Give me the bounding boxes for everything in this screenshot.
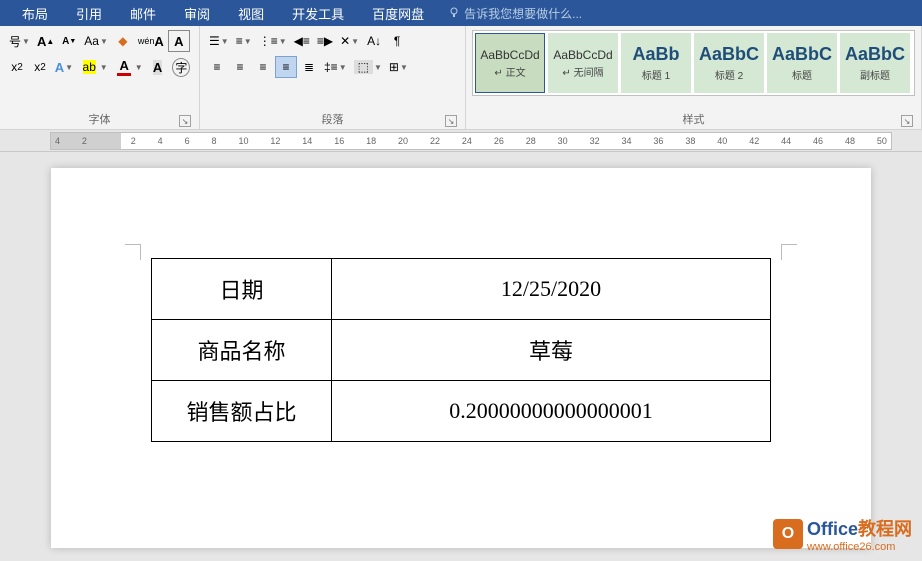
paragraph-group-label: 段落 ↘ [206,109,459,129]
document-table[interactable]: 日期 12/25/2020 商品名称 草莓 销售额占比 0.2000000000… [151,258,771,442]
styles-dialog-launcher[interactable]: ↘ [901,115,913,127]
style-no-spacing[interactable]: AaBbCcDd ↵ 无间隔 [548,33,618,93]
font-dialog-launcher[interactable]: ↘ [179,115,191,127]
office-logo-icon: O [773,519,803,549]
text-effects-button[interactable]: A▼ [52,56,76,78]
style-name: ↵ 正文 [494,64,525,79]
sort-button[interactable]: A↓ [363,30,385,52]
watermark-url: www.office26.com [807,541,912,553]
character-border-button[interactable]: A [168,30,190,52]
menu-developer[interactable]: 开发工具 [278,0,358,27]
menu-mailings[interactable]: 邮件 [116,0,170,27]
font-size-dropdown[interactable]: 号▼ [6,30,33,52]
watermark: O Office教程网 www.office26.com [773,515,912,553]
clear-formatting-button[interactable]: ◆ [112,30,134,52]
menu-references[interactable]: 引用 [62,0,116,27]
font-group-label: 字体 ↘ [6,109,193,129]
distributed-button[interactable]: ≣ [298,56,320,78]
subscript-button[interactable]: x2 [6,56,28,78]
style-preview: AaBb [632,44,679,65]
tell-me-label: 告诉我您想要做什么... [464,5,582,22]
justify-button[interactable]: ≡ [275,56,297,78]
cell-value[interactable]: 0.20000000000000001 [332,381,771,442]
horizontal-ruler[interactable]: 4224681012141618202224262830323436384042… [50,132,892,150]
margin-corner-icon [125,244,141,260]
style-title[interactable]: AaBbC 标题 [767,33,837,93]
margin-corner-icon [781,244,797,260]
tell-me-search[interactable]: 告诉我您想要做什么... [448,5,582,22]
font-color-button[interactable]: A▼ [112,56,146,78]
numbering-button[interactable]: ≡▼ [233,30,255,52]
show-marks-button[interactable]: ¶ [386,30,408,52]
ribbon-group-styles: AaBbCcDd ↵ 正文 AaBbCcDd ↵ 无间隔 AaBb 标题 1 A… [466,26,922,129]
styles-group-label: 样式 ↘ [472,109,915,129]
style-heading1[interactable]: AaBb 标题 1 [621,33,691,93]
ribbon-group-font: 号▼ A▲ A▼ Aa▼ ◆ wénA A x2 x2 A▼ ab▼ A▼ A … [0,26,200,129]
cell-label[interactable]: 日期 [152,259,332,320]
style-preview: AaBbCcDd [553,48,612,62]
asian-layout-button[interactable]: ✕▼ [337,30,362,52]
style-subtitle[interactable]: AaBbC 副标题 [840,33,910,93]
style-preview: AaBbC [699,44,759,65]
ribbon: 号▼ A▲ A▼ Aa▼ ◆ wénA A x2 x2 A▼ ab▼ A▼ A … [0,26,922,130]
menubar: 布局 引用 邮件 审阅 视图 开发工具 百度网盘 告诉我您想要做什么... [0,0,922,26]
lightbulb-icon [448,7,460,19]
paragraph-dialog-launcher[interactable]: ↘ [445,115,457,127]
character-shading-button[interactable]: A [147,56,169,78]
multilevel-list-button[interactable]: ⋮≡▼ [256,30,290,52]
style-name: ↵ 无间隔 [562,64,603,79]
table-row[interactable]: 商品名称 草莓 [152,320,771,381]
style-gallery: AaBbCcDd ↵ 正文 AaBbCcDd ↵ 无间隔 AaBb 标题 1 A… [472,30,915,96]
ribbon-group-paragraph: ☰▼ ≡▼ ⋮≡▼ ◀≡ ≡▶ ✕▼ A↓ ¶ ≡ ≡ ≡ ≡ ≣ ‡≡▼ ⬚▼ [200,26,466,129]
grow-font-button[interactable]: A▲ [34,30,57,52]
phonetic-guide-button[interactable]: wénA [135,30,167,52]
style-normal[interactable]: AaBbCcDd ↵ 正文 [475,33,545,93]
align-right-button[interactable]: ≡ [252,56,274,78]
borders-button[interactable]: ⊞▼ [386,56,411,78]
shading-button[interactable]: ⬚▼ [351,56,385,78]
style-name: 副标题 [860,67,890,82]
cell-value[interactable]: 草莓 [332,320,771,381]
cell-label[interactable]: 销售额占比 [152,381,332,442]
ruler-ticks: 4224681012141618202224262830323436384042… [51,133,891,149]
highlight-button[interactable]: ab▼ [77,56,111,78]
decrease-indent-button[interactable]: ◀≡ [291,30,313,52]
style-preview: AaBbCcDd [480,48,539,62]
ruler-area: 4224681012141618202224262830323436384042… [0,130,922,152]
table-row[interactable]: 销售额占比 0.20000000000000001 [152,381,771,442]
menu-review[interactable]: 审阅 [170,0,224,27]
increase-indent-button[interactable]: ≡▶ [314,30,336,52]
change-case-button[interactable]: Aa▼ [81,30,111,52]
style-preview: AaBbC [845,44,905,65]
table-row[interactable]: 日期 12/25/2020 [152,259,771,320]
watermark-brand: Office教程网 [807,515,912,541]
style-name: 标题 2 [715,67,743,82]
align-center-button[interactable]: ≡ [229,56,251,78]
superscript-button[interactable]: x2 [29,56,51,78]
cell-label[interactable]: 商品名称 [152,320,332,381]
menu-baidu-netdisk[interactable]: 百度网盘 [358,0,438,27]
shrink-font-button[interactable]: A▼ [58,30,80,52]
style-heading2[interactable]: AaBbC 标题 2 [694,33,764,93]
align-left-button[interactable]: ≡ [206,56,228,78]
page: 日期 12/25/2020 商品名称 草莓 销售额占比 0.2000000000… [51,168,871,548]
bullets-button[interactable]: ☰▼ [206,30,232,52]
style-name: 标题 [792,67,812,82]
line-spacing-button[interactable]: ‡≡▼ [321,56,350,78]
menu-view[interactable]: 视图 [224,0,278,27]
enclose-characters-button[interactable]: 字 [170,56,193,78]
style-name: 标题 1 [642,67,670,82]
document-area[interactable]: 日期 12/25/2020 商品名称 草莓 销售额占比 0.2000000000… [0,152,922,561]
cell-value[interactable]: 12/25/2020 [332,259,771,320]
style-preview: AaBbC [772,44,832,65]
menu-layout[interactable]: 布局 [8,0,62,27]
